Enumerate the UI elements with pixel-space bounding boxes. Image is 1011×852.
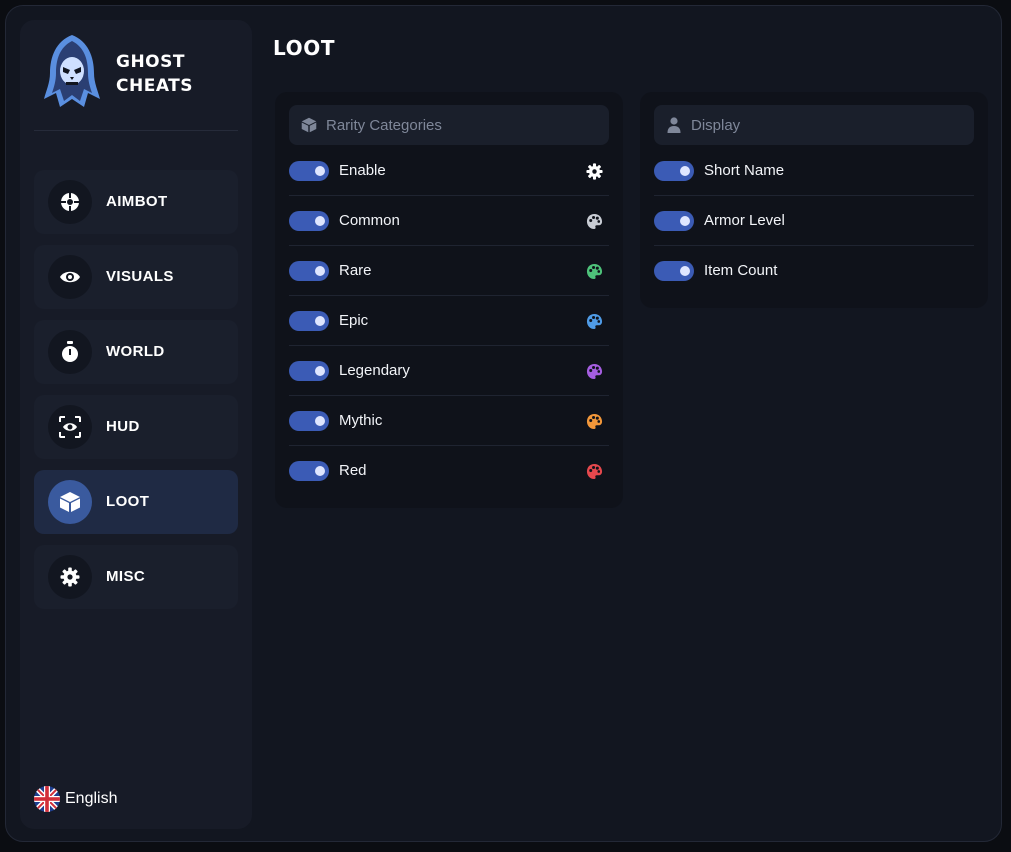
rare-toggle[interactable]	[289, 261, 329, 281]
list-item: Red	[289, 446, 609, 496]
list-item: Legendary	[289, 346, 609, 396]
item-count-toggle[interactable]	[654, 261, 694, 281]
eye-icon	[48, 255, 92, 299]
list-item: Enable	[289, 146, 609, 196]
panel-header: Display	[654, 105, 974, 145]
brand: GHOST CHEATS	[20, 20, 252, 130]
gear-icon	[48, 555, 92, 599]
display-panel: Display Short Name Armor Level Item Coun…	[640, 92, 988, 308]
sidebar-item-world[interactable]: WORLD	[34, 320, 238, 384]
list-item: Armor Level	[654, 196, 974, 246]
list-item: Short Name	[654, 146, 974, 196]
sidebar-item-misc[interactable]: MISC	[34, 545, 238, 609]
gear-icon[interactable]	[585, 162, 603, 180]
row-label: Legendary	[339, 362, 410, 379]
sidebar-item-label: HUD	[106, 418, 140, 435]
row-label: Rare	[339, 262, 372, 279]
sidebar-item-loot[interactable]: LOOT	[34, 470, 238, 534]
palette-icon[interactable]	[585, 462, 603, 480]
list-item: Mythic	[289, 396, 609, 446]
panel-header: Rarity Categories	[289, 105, 609, 145]
palette-icon[interactable]	[585, 412, 603, 430]
language-label: English	[65, 790, 118, 807]
language-selector[interactable]: English	[34, 786, 117, 812]
rarity-list: Enable Common Rare Epic Legendary Mythic…	[289, 146, 609, 496]
palette-icon[interactable]	[585, 212, 603, 230]
list-item: Rare	[289, 246, 609, 296]
palette-icon[interactable]	[585, 262, 603, 280]
short-name-toggle[interactable]	[654, 161, 694, 181]
sidebar-item-label: MISC	[106, 568, 146, 585]
scan-eye-icon	[48, 405, 92, 449]
sidebar-item-label: LOOT	[106, 493, 150, 510]
common-toggle[interactable]	[289, 211, 329, 231]
list-item: Common	[289, 196, 609, 246]
armor-level-toggle[interactable]	[654, 211, 694, 231]
row-label: Epic	[339, 312, 369, 329]
sidebar-nav: AIMBOT VISUALS WORLD HUD LOOT MISC	[34, 170, 238, 620]
list-item: Item Count	[654, 246, 974, 296]
user-icon	[666, 117, 682, 133]
sidebar-item-label: AIMBOT	[106, 193, 168, 210]
epic-toggle[interactable]	[289, 311, 329, 331]
divider	[34, 130, 238, 131]
box-icon	[48, 480, 92, 524]
rarity-categories-panel: Rarity Categories Enable Common Rare Epi…	[275, 92, 623, 508]
brand-name: GHOST CHEATS	[116, 52, 193, 96]
mythic-toggle[interactable]	[289, 411, 329, 431]
crosshair-icon	[48, 180, 92, 224]
panel-title: Display	[691, 116, 741, 134]
list-item: Epic	[289, 296, 609, 346]
row-label: Mythic	[339, 412, 383, 429]
row-label: Short Name	[704, 162, 785, 179]
sidebar-item-aimbot[interactable]: AIMBOT	[34, 170, 238, 234]
app-window: GHOST CHEATS AIMBOT VISUALS WORLD HUD LO…	[5, 5, 1002, 842]
sidebar: GHOST CHEATS AIMBOT VISUALS WORLD HUD LO…	[20, 20, 252, 829]
sidebar-item-visuals[interactable]: VISUALS	[34, 245, 238, 309]
box-icon	[301, 117, 317, 133]
panel-title: Rarity Categories	[326, 116, 442, 134]
legendary-toggle[interactable]	[289, 361, 329, 381]
uk-flag-icon	[34, 786, 60, 812]
row-label: Armor Level	[704, 212, 785, 229]
sidebar-item-label: VISUALS	[106, 268, 174, 285]
hooded-skull-icon	[44, 35, 100, 107]
palette-icon[interactable]	[585, 312, 603, 330]
sidebar-item-hud[interactable]: HUD	[34, 395, 238, 459]
red-toggle[interactable]	[289, 461, 329, 481]
display-list: Short Name Armor Level Item Count	[654, 146, 974, 296]
row-label: Red	[339, 462, 367, 479]
enable-toggle[interactable]	[289, 161, 329, 181]
sidebar-item-label: WORLD	[106, 343, 165, 360]
row-label: Enable	[339, 162, 386, 179]
page-title: LOOT	[273, 36, 336, 60]
row-label: Item Count	[704, 262, 778, 279]
row-label: Common	[339, 212, 400, 229]
stopwatch-icon	[48, 330, 92, 374]
palette-icon[interactable]	[585, 362, 603, 380]
